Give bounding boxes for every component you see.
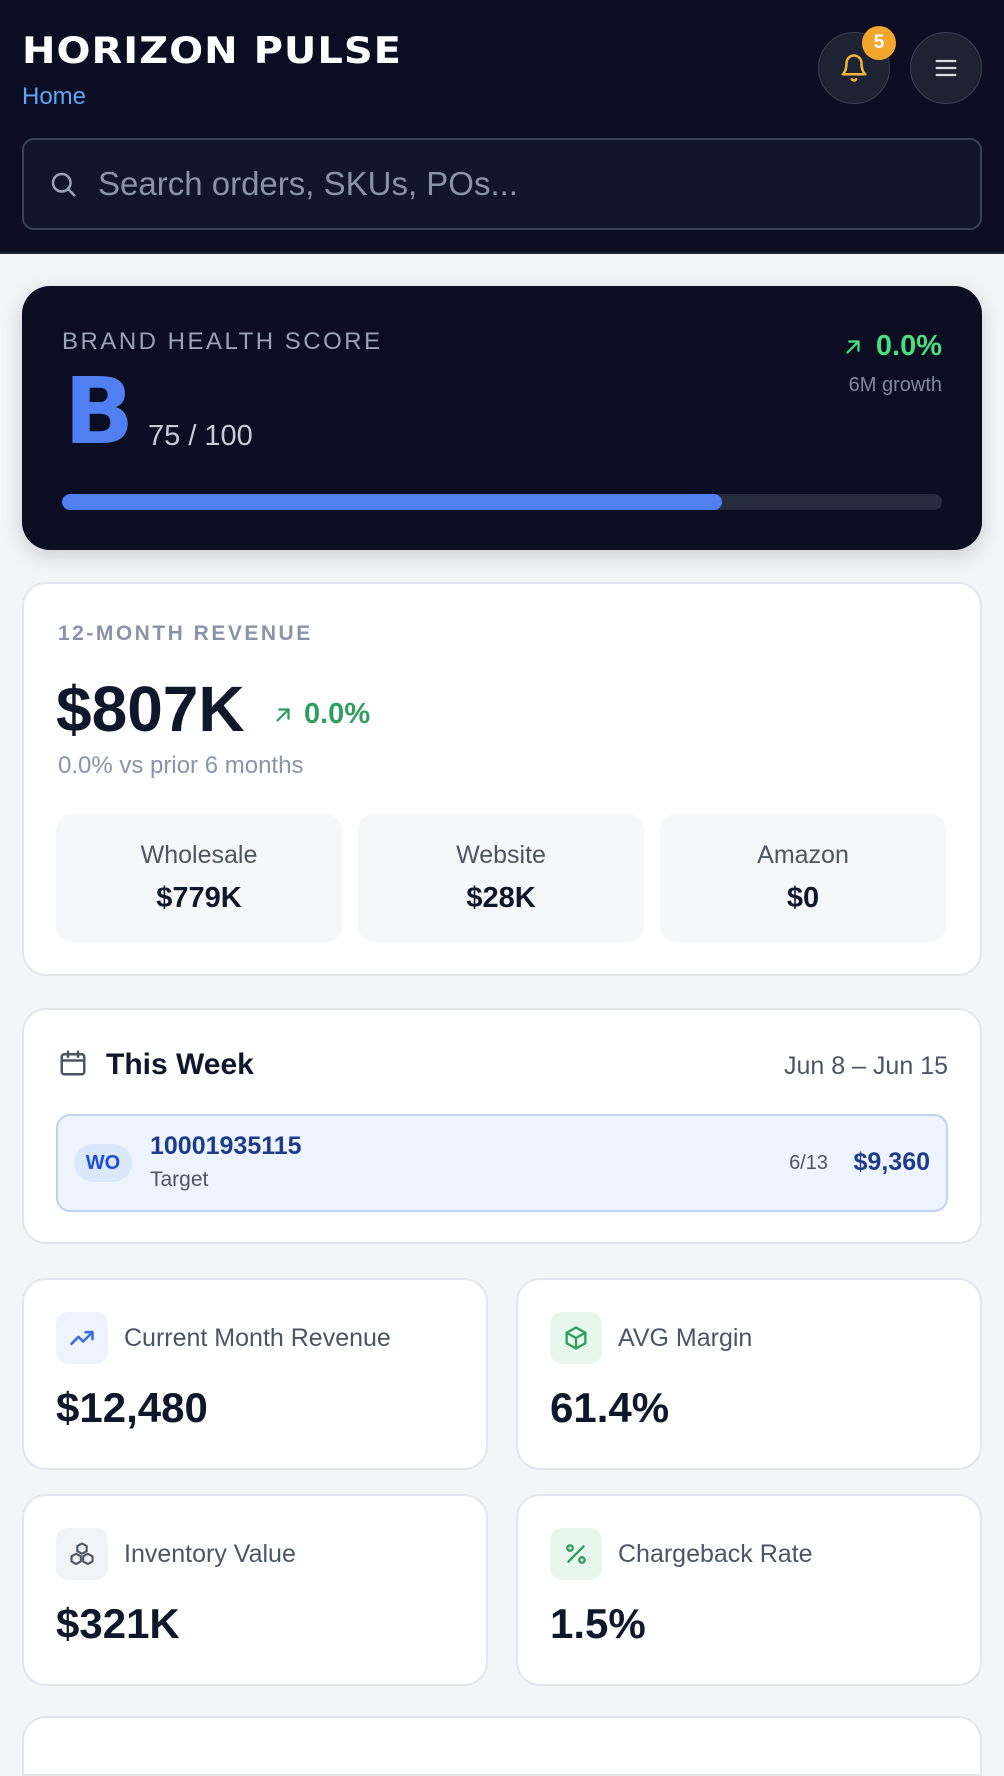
revenue-amount: $807K xyxy=(56,673,245,745)
health-growth-value: 0.0% xyxy=(875,330,942,362)
metric-value: $12,480 xyxy=(56,1384,208,1431)
search-input[interactable] xyxy=(98,165,918,203)
this-week-date-range: Jun 8 – Jun 15 xyxy=(783,1052,948,1080)
menu-button[interactable] xyxy=(910,32,982,104)
metric-inventory-value[interactable]: Inventory Value $321K xyxy=(22,1494,488,1686)
health-growth: 0.0% xyxy=(842,330,942,363)
metric-value: 1.5% xyxy=(550,1600,646,1647)
revenue-label: 12-MONTH REVENUE xyxy=(58,622,313,645)
health-score-label: BRAND HEALTH SCORE xyxy=(62,328,383,355)
order-customer: Target xyxy=(150,1168,209,1191)
hamburger-menu-icon xyxy=(935,59,957,77)
box-icon xyxy=(565,1326,587,1350)
revenue-delta-value: 0.0% xyxy=(304,698,371,730)
revenue-subtitle: 0.0% vs prior 6 months xyxy=(58,752,304,779)
metric-label: AVG Margin xyxy=(618,1324,753,1352)
calendar-icon xyxy=(60,1050,86,1076)
metric-value: $321K xyxy=(56,1600,180,1647)
metric-icon-wrap xyxy=(56,1312,108,1364)
health-score-value: 75 / 100 xyxy=(148,420,253,452)
arrow-up-right-icon xyxy=(846,339,860,354)
this-week-card: This Week Jun 8 – Jun 15 WO 10001935115 … xyxy=(22,1008,982,1244)
channel-value: $0 xyxy=(786,882,820,914)
trending-up-icon xyxy=(70,1330,94,1346)
breadcrumb[interactable]: Home xyxy=(22,83,86,111)
metric-label: Chargeback Rate xyxy=(618,1540,813,1568)
notification-count-badge: 5 xyxy=(862,26,896,60)
channel-amazon[interactable]: Amazon $0 xyxy=(660,814,946,942)
metric-icon-wrap xyxy=(550,1528,602,1580)
revenue-delta: 0.0% xyxy=(272,698,370,731)
channel-value: $28K xyxy=(466,882,536,914)
health-growth-label: 6M growth xyxy=(848,374,942,396)
order-type-tag: WO xyxy=(74,1144,132,1182)
metric-avg-margin[interactable]: AVG Margin 61.4% xyxy=(516,1278,982,1470)
search-bar[interactable] xyxy=(22,138,982,230)
health-grade: B xyxy=(64,358,135,465)
channel-wholesale[interactable]: Wholesale $779K xyxy=(56,814,342,942)
metric-icon-wrap xyxy=(56,1528,108,1580)
order-date: 6/13 xyxy=(789,1152,828,1174)
metric-chargeback-rate[interactable]: Chargeback Rate 1.5% xyxy=(516,1494,982,1686)
app-header: HORIZON PULSE Home 5 xyxy=(0,0,1004,254)
next-card-peek xyxy=(22,1716,982,1776)
channel-name: Amazon xyxy=(757,841,849,869)
metric-value: 61.4% xyxy=(550,1384,670,1431)
revenue-channels: Wholesale $779K Website $28K Amazon $0 xyxy=(56,814,946,942)
health-progress-fill xyxy=(62,494,722,510)
percent-icon xyxy=(566,1544,586,1564)
channel-value: $779K xyxy=(156,882,242,914)
week-order-item[interactable]: WO 10001935115 Target 6/13 $9,360 xyxy=(56,1114,948,1212)
brand-logo[interactable]: HORIZON PULSE xyxy=(22,30,402,72)
metric-current-month-revenue[interactable]: Current Month Revenue $12,480 xyxy=(22,1278,488,1470)
channel-name: Wholesale xyxy=(140,841,258,869)
bell-icon xyxy=(841,54,867,82)
metric-icon-wrap xyxy=(550,1312,602,1364)
this-week-title: This Week xyxy=(106,1048,254,1081)
health-progress-track xyxy=(62,494,942,510)
order-number: 10001935115 xyxy=(150,1132,302,1160)
arrow-up-right-icon xyxy=(276,707,290,722)
brand-health-card[interactable]: BRAND HEALTH SCORE B 75 / 100 0.0% 6M gr… xyxy=(22,286,982,550)
metric-label: Current Month Revenue xyxy=(124,1324,391,1352)
boxes-icon xyxy=(70,1542,94,1566)
revenue-card[interactable]: 12-MONTH REVENUE $807K 0.0% 0.0% vs prio… xyxy=(22,582,982,976)
channel-name: Website xyxy=(456,841,546,869)
order-amount: $9,360 xyxy=(853,1148,930,1176)
search-icon xyxy=(51,172,76,197)
channel-website[interactable]: Website $28K xyxy=(358,814,644,942)
metric-label: Inventory Value xyxy=(124,1540,296,1568)
